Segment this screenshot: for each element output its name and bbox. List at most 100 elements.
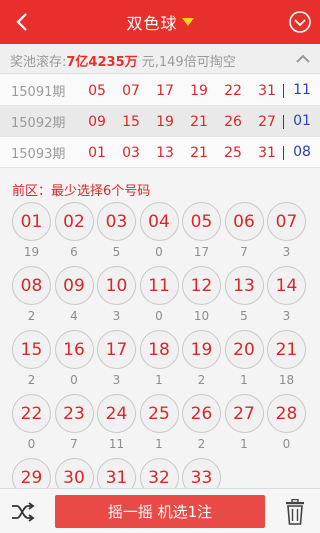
chevron-up-icon[interactable] xyxy=(296,54,310,64)
winning-red-numbers: 05 07 17 19 22 31 xyxy=(80,75,284,106)
caret-down-icon xyxy=(181,18,194,26)
red-number: 27 xyxy=(258,113,276,130)
history-list: 15091期 05 07 17 19 22 31 11 15092期 09 15 19 21 26 27 01… xyxy=(0,75,320,168)
history-row: 15091期 05 07 17 19 22 31 11 xyxy=(0,75,320,106)
red-number: 19 xyxy=(156,113,174,130)
miss-count: 3 xyxy=(112,309,121,323)
bottom-bar: 摇一摇 机选1注 xyxy=(0,488,320,533)
red-number: 17 xyxy=(156,82,174,99)
number-ball[interactable]: 11 xyxy=(139,266,179,305)
number-ball[interactable]: 27 xyxy=(224,394,264,433)
number-ball[interactable]: 02 xyxy=(54,202,94,241)
miss-count: 3 xyxy=(282,309,291,323)
red-number: 31 xyxy=(258,144,276,161)
chevron-down-circle-icon[interactable] xyxy=(288,10,312,34)
separator xyxy=(283,115,284,129)
red-number: 03 xyxy=(122,144,140,161)
separator xyxy=(283,84,284,98)
miss-count: 17 xyxy=(193,245,210,259)
red-number: 01 xyxy=(88,144,106,161)
miss-count: 0 xyxy=(70,373,78,387)
miss-count: 0 xyxy=(282,437,291,451)
number-ball[interactable]: 28 xyxy=(267,394,306,433)
red-number: 13 xyxy=(156,144,174,161)
number-ball[interactable]: 14 xyxy=(267,266,306,305)
red-number: 22 xyxy=(224,82,242,99)
blue-number: 01 xyxy=(293,113,311,129)
red-number: 26 xyxy=(224,113,242,130)
miss-count: 11 xyxy=(108,437,125,451)
red-number: 09 xyxy=(88,113,106,130)
number-ball[interactable]: 21 xyxy=(267,330,306,369)
number-ball[interactable]: 16 xyxy=(54,330,94,369)
number-ball[interactable]: 17 xyxy=(97,330,136,369)
jackpot-text: 奖池滚存:7亿4235万 元,149倍可掏空 xyxy=(10,55,236,70)
history-row: 15092期 09 15 19 21 26 27 01 xyxy=(0,106,320,137)
miss-count: 0 xyxy=(155,309,163,323)
miss-count: 10 xyxy=(193,309,210,323)
number-ball[interactable]: 25 xyxy=(139,394,179,433)
lottery-type-selector[interactable]: 双色球 xyxy=(0,0,320,44)
miss-count: 2 xyxy=(27,373,36,387)
miss-count: 2 xyxy=(197,437,206,451)
number-ball[interactable]: 15 xyxy=(12,330,51,369)
issue-number: 15091期 xyxy=(11,84,66,100)
miss-count: 1 xyxy=(155,373,163,387)
miss-count: 0 xyxy=(27,437,36,451)
red-number: 31 xyxy=(258,82,276,99)
issue-number: 15093期 xyxy=(11,146,66,162)
winning-red-numbers: 01 03 13 21 25 31 xyxy=(80,137,284,168)
number-ball[interactable]: 18 xyxy=(139,330,179,369)
red-number: 21 xyxy=(190,113,208,130)
number-ball[interactable]: 09 xyxy=(54,266,94,305)
red-number: 21 xyxy=(190,144,208,161)
miss-count: 2 xyxy=(197,373,206,387)
number-ball[interactable]: 13 xyxy=(224,266,264,305)
number-ball[interactable]: 19 xyxy=(182,330,221,369)
number-ball[interactable]: 01 xyxy=(12,202,51,241)
red-number: 19 xyxy=(190,82,208,99)
blue-number: 11 xyxy=(293,82,311,98)
miss-count: 7 xyxy=(70,437,78,451)
number-ball[interactable]: 23 xyxy=(54,394,94,433)
miss-count: 5 xyxy=(112,245,121,259)
random-pick-button[interactable]: 摇一摇 机选1注 xyxy=(55,495,265,528)
number-ball[interactable]: 06 xyxy=(224,202,264,241)
number-ball[interactable]: 20 xyxy=(224,330,264,369)
history-row: 15093期 01 03 13 21 25 31 08 xyxy=(0,137,320,168)
number-ball[interactable]: 05 xyxy=(182,202,221,241)
miss-count: 2 xyxy=(27,309,36,323)
zone-label: 前区：最少选择6个号码 xyxy=(12,184,151,199)
separator xyxy=(283,146,284,160)
number-ball[interactable]: 08 xyxy=(12,266,51,305)
miss-count: 1 xyxy=(155,437,163,451)
miss-count: 4 xyxy=(70,309,78,323)
jackpot-amount: 7亿4235万 xyxy=(66,55,138,70)
miss-count: 5 xyxy=(240,309,248,323)
number-ball[interactable]: 03 xyxy=(97,202,136,241)
number-ball[interactable]: 22 xyxy=(12,394,51,433)
red-number: 25 xyxy=(224,144,242,161)
miss-count: 3 xyxy=(282,245,291,259)
trash-icon[interactable] xyxy=(284,499,306,525)
winning-red-numbers: 09 15 19 21 26 27 xyxy=(80,106,284,137)
app-screen: 双色球 奖池滚存:7亿4235万 元,149倍可掏空 15091期 05 07 17 1… xyxy=(0,0,320,533)
miss-count: 19 xyxy=(23,245,40,259)
red-number: 15 xyxy=(122,113,140,130)
miss-count: 7 xyxy=(240,245,248,259)
miss-count: 6 xyxy=(70,245,78,259)
miss-count: 1 xyxy=(240,437,248,451)
jackpot-info-bar: 奖池滚存:7亿4235万 元,149倍可掏空 xyxy=(0,44,320,74)
red-number: 05 xyxy=(88,82,106,99)
shuffle-icon[interactable] xyxy=(10,501,36,523)
number-ball[interactable]: 24 xyxy=(97,394,136,433)
miss-count: 1 xyxy=(240,373,248,387)
number-ball[interactable]: 04 xyxy=(139,202,179,241)
number-ball[interactable]: 07 xyxy=(267,202,306,241)
number-ball[interactable]: 26 xyxy=(182,394,221,433)
miss-count: 3 xyxy=(112,373,121,387)
number-ball[interactable]: 10 xyxy=(97,266,136,305)
number-ball[interactable]: 12 xyxy=(182,266,221,305)
blue-number: 08 xyxy=(293,144,311,160)
header-bar: 双色球 xyxy=(0,0,320,44)
